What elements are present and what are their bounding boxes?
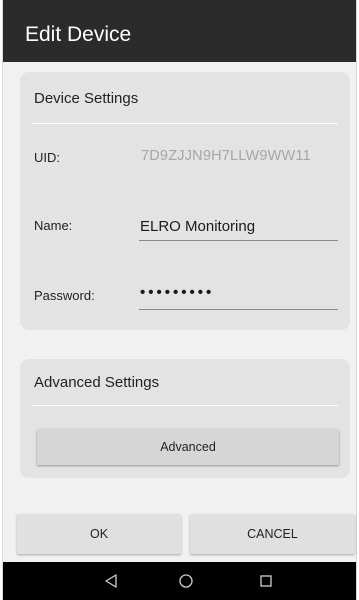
device-settings-heading: Device Settings — [34, 90, 139, 107]
divider — [32, 405, 338, 406]
system-navigation-bar — [3, 562, 356, 600]
advanced-settings-heading: Advanced Settings — [34, 374, 160, 391]
uid-value: 7D9ZJJN9H7LLW9WW11 — [141, 148, 311, 164]
advanced-button[interactable]: Advanced — [37, 429, 339, 465]
password-field-underline — [139, 309, 338, 310]
name-field-underline — [139, 240, 338, 241]
cancel-button[interactable]: CANCEL — [190, 514, 355, 554]
password-label: Password: — [34, 288, 95, 303]
advanced-settings-card: Advanced Settings Advanced — [20, 359, 350, 478]
device-settings-card: Device Settings UID: 7D9ZJJN9H7LLW9WW11 … — [20, 72, 350, 330]
title-bar: Edit Device — [3, 0, 356, 62]
dialog-button-bar: OK CANCEL — [3, 500, 356, 562]
home-icon[interactable] — [176, 571, 196, 591]
divider — [32, 123, 338, 124]
app-screen: Edit Device Device Settings UID: 7D9ZJJN… — [2, 0, 357, 600]
password-field[interactable]: ••••••••• — [140, 284, 340, 301]
back-icon[interactable] — [101, 571, 121, 591]
ok-button[interactable]: OK — [17, 514, 181, 554]
recents-icon[interactable] — [256, 571, 276, 591]
name-label: Name: — [34, 218, 73, 233]
page-title: Edit Device — [25, 23, 132, 46]
name-field[interactable]: ELRO Monitoring — [140, 218, 340, 235]
uid-label: UID: — [34, 150, 60, 165]
